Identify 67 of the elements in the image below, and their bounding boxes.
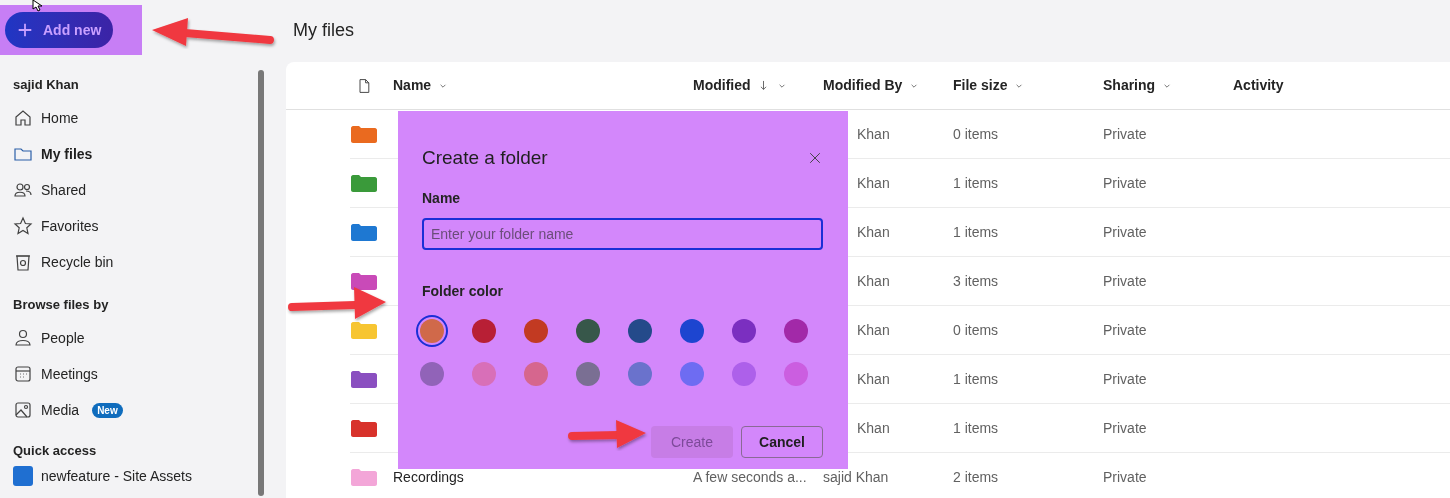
column-header[interactable]: Activity: [1233, 75, 1383, 96]
table-cell: Private: [1103, 223, 1147, 240]
table-cell: sajid Khan: [823, 468, 889, 485]
table-cell: Private: [1103, 468, 1147, 485]
column-header[interactable]: Modified By: [823, 75, 953, 96]
home-icon: [13, 108, 33, 128]
people-icon: [13, 180, 33, 200]
color-swatch[interactable]: [416, 315, 448, 347]
page-title: My files: [292, 19, 355, 42]
add-new-button[interactable]: Add new: [5, 12, 113, 48]
column-header[interactable]: Modified: [693, 75, 823, 96]
image-icon: [13, 400, 33, 420]
table-cell: 0 items: [953, 321, 999, 338]
table-cell: Khan: [857, 419, 890, 436]
sidebar-item[interactable]: Recycle bin: [13, 244, 256, 280]
sidebar-item[interactable]: Media New: [13, 392, 256, 428]
table-cell: 2 items: [953, 468, 999, 485]
section-heading: Quick access: [13, 442, 98, 460]
scrollbar[interactable]: [258, 70, 264, 496]
recycle-bin-icon: [13, 252, 33, 272]
star-icon: [13, 216, 33, 236]
new-badge: New: [92, 402, 123, 418]
field-label: Name: [422, 189, 462, 208]
table-cell: Private: [1103, 272, 1147, 289]
sidebar-item[interactable]: newfeature - Site Assets: [13, 466, 256, 486]
table-cell: Khan: [857, 321, 890, 338]
table-cell: Khan: [857, 223, 890, 240]
field-label: Folder color: [422, 282, 504, 301]
sidebar-item[interactable]: Home: [13, 100, 256, 136]
table-cell: Khan: [857, 272, 890, 289]
calendar-icon: [13, 364, 33, 384]
table-cell: Khan: [857, 174, 890, 191]
table-cell: 1 items: [953, 370, 999, 387]
folder-name-field[interactable]: Enter your folder name: [422, 218, 823, 250]
table-cell: A few seconds a...: [693, 468, 807, 485]
table-cell: Khan: [857, 370, 890, 387]
dialog-button[interactable]: Cancel: [741, 426, 823, 458]
sidebar-item[interactable]: Shared: [13, 172, 256, 208]
table-cell: 0 items: [953, 125, 999, 142]
column-header[interactable]: Sharing: [1103, 75, 1233, 96]
table-cell: Khan: [857, 125, 890, 142]
site-icon: [13, 466, 33, 486]
dialog-title: Create a folder: [422, 145, 548, 170]
sidebar-item[interactable]: My files: [13, 136, 256, 172]
table-cell[interactable]: Recordings: [393, 468, 464, 485]
table-cell: Private: [1103, 321, 1147, 338]
user-name: sajid Khan: [13, 76, 80, 94]
section-heading: Browse files by: [13, 296, 110, 314]
sidebar-item[interactable]: People: [13, 320, 256, 356]
table-cell: 1 items: [953, 174, 999, 191]
file-icon: [356, 76, 372, 95]
close-icon: [807, 150, 823, 166]
close-button[interactable]: [807, 150, 823, 166]
person-icon: [13, 328, 33, 348]
sidebar-item[interactable]: Favorites: [13, 208, 256, 244]
sidebar-item[interactable]: Meetings: [13, 356, 256, 392]
plus-icon: [16, 21, 34, 39]
table-cell: Private: [1103, 125, 1147, 142]
table-cell: 3 items: [953, 272, 999, 289]
column-header[interactable]: File size: [953, 75, 1103, 96]
table-cell: Private: [1103, 419, 1147, 436]
table-cell: 1 items: [953, 223, 999, 240]
table-cell: Private: [1103, 370, 1147, 387]
table-cell: Private: [1103, 174, 1147, 191]
table-cell: 1 items: [953, 419, 999, 436]
cursor-icon: [32, 0, 43, 12]
column-header[interactable]: Name: [393, 75, 693, 96]
